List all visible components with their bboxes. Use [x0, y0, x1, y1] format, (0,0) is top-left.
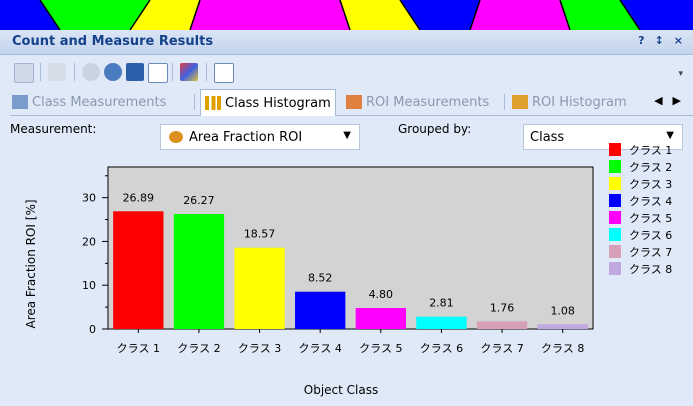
x-tick-label: クラス 5	[359, 342, 402, 355]
legend-label: クラス 7	[629, 246, 672, 259]
fit-icon[interactable]	[126, 63, 144, 81]
y-axis-title: Area Fraction ROI [%]	[24, 199, 38, 328]
tab-roi-measurements[interactable]: ROI Measurements	[346, 90, 489, 114]
tab-label: ROI Measurements	[366, 94, 490, 110]
legend-label: クラス 4	[629, 195, 672, 208]
tab-navigation: ◀ ▶	[654, 94, 681, 107]
pointer-icon[interactable]	[14, 63, 34, 83]
legend-swatch	[609, 245, 621, 258]
legend-label: クラス 3	[629, 178, 672, 191]
legend-swatch	[609, 143, 621, 156]
title-bar: Count and Measure Results ? ↕ ×	[0, 30, 693, 55]
tab-class-histogram[interactable]: Class Histogram	[200, 89, 336, 116]
histogram-panel: Measurement: Area Fraction ROI ▼ Grouped…	[10, 116, 693, 406]
bar-6	[416, 316, 467, 329]
x-tick-label: クラス 3	[238, 342, 281, 355]
x-tick-label: クラス 7	[480, 342, 523, 355]
legend-label: クラス 2	[629, 161, 672, 174]
legend-label: クラス 8	[629, 263, 672, 276]
bar-8	[537, 324, 588, 329]
legend-swatch	[609, 228, 621, 241]
help-icon[interactable]: ?	[638, 34, 644, 47]
bar-2	[173, 213, 225, 329]
eyedropper-icon[interactable]	[48, 63, 66, 81]
x-tick-label: クラス 4	[299, 342, 342, 355]
zoom-in-icon[interactable]	[104, 63, 122, 81]
bar-value-label: 1.76	[490, 301, 515, 314]
toolbar: ▾	[0, 55, 693, 88]
bar-7	[476, 321, 528, 329]
y-tick-label: 10	[82, 279, 96, 292]
x-tick-label: クラス 2	[177, 342, 220, 355]
tab-class-measurements[interactable]: Class Measurements	[12, 90, 166, 114]
tab-roi-histogram[interactable]: ROI Histogram	[512, 90, 627, 114]
bar-3	[234, 247, 285, 329]
legend-label: クラス 6	[629, 229, 672, 242]
bar-1	[113, 211, 164, 329]
roi-table-icon	[346, 95, 362, 109]
y-tick-label: 30	[82, 192, 96, 205]
y-axis: 0 10 20 30	[82, 175, 108, 336]
tab-next-icon[interactable]: ▶	[673, 94, 681, 107]
bar-value-label: 26.27	[183, 194, 215, 207]
class-histogram-chart: 0 10 20 30 26.89 26.27 18.57 8.52 4.80 2.81 1.76 1…	[24, 143, 672, 397]
x-axis-title: Object Class	[304, 383, 378, 397]
legend-swatch	[609, 177, 621, 190]
image-preview-strip	[0, 0, 693, 30]
export-icon[interactable]	[214, 63, 234, 83]
tab-label: Class Measurements	[32, 94, 167, 110]
tab-label: ROI Histogram	[532, 94, 627, 110]
bar-value-label: 18.57	[244, 228, 276, 241]
close-icon[interactable]: ×	[674, 34, 683, 47]
bar-value-label: 8.52	[308, 272, 333, 285]
color-icon[interactable]	[180, 63, 198, 81]
zoom-out-icon[interactable]	[82, 63, 100, 81]
bar-value-label: 26.89	[123, 191, 155, 204]
bar-5	[355, 307, 406, 329]
legend-swatch	[609, 211, 621, 224]
legend-label: クラス 1	[629, 144, 672, 157]
toolbar-overflow-icon[interactable]: ▾	[678, 69, 683, 79]
y-tick-label: 20	[82, 235, 96, 248]
legend-swatch	[609, 194, 621, 207]
pin-icon[interactable]: ↕	[655, 34, 664, 47]
legend-label: クラス 5	[629, 212, 672, 225]
x-tick-label: クラス 1	[117, 342, 160, 355]
legend-swatch	[609, 262, 621, 275]
table-icon	[12, 95, 28, 109]
panel-title: Count and Measure Results	[12, 34, 214, 49]
x-tick-label: クラス 6	[420, 342, 463, 355]
line-chart-icon[interactable]	[148, 63, 168, 83]
window-controls: ? ↕ ×	[638, 34, 683, 47]
legend-swatch	[609, 160, 621, 173]
histogram-icon	[205, 96, 221, 110]
bar-value-label: 4.80	[369, 288, 394, 301]
bar-value-label: 1.08	[550, 304, 575, 317]
legend: クラス 1 クラス 2 クラス 3 クラス 4 クラス 5 クラス 6 クラス 7 クラス 8	[609, 143, 672, 276]
y-tick-label: 0	[89, 323, 96, 336]
tab-label: Class Histogram	[225, 95, 331, 111]
tab-strip: Class Measurements Class Histogram ROI M…	[10, 88, 693, 116]
tab-prev-icon[interactable]: ◀	[654, 94, 662, 107]
x-axis: クラス 1 クラス 2 クラス 3 クラス 4 クラス 5 クラス 6 クラス 7 クラス 8	[117, 329, 584, 355]
x-tick-label: クラス 8	[541, 342, 584, 355]
bar-value-label: 2.81	[429, 297, 454, 310]
bar-4	[295, 291, 346, 329]
roi-histogram-icon	[512, 95, 528, 109]
